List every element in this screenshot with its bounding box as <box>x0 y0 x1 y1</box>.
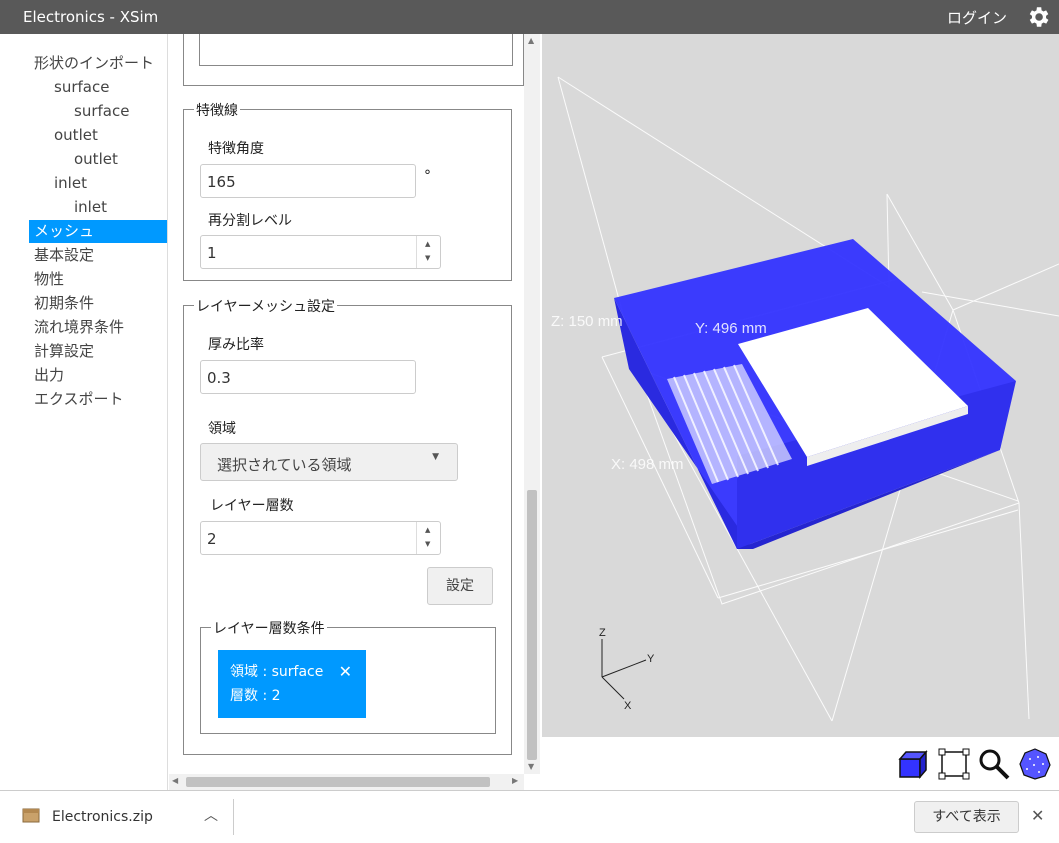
nav-item-inlet-child[interactable]: inlet <box>29 196 167 219</box>
refine-level-label: 再分割レベル <box>208 213 292 229</box>
dimension-z-label: Z: 150 mm <box>551 313 623 330</box>
sidebar-nav: 形状のインポート surface surface outlet outlet i… <box>0 34 168 790</box>
thickness-ratio-label: 厚み比率 <box>208 337 264 353</box>
divider <box>233 799 234 835</box>
dimension-y-label: Y: 496 mm <box>695 320 767 337</box>
zoom-icon[interactable] <box>977 747 1011 781</box>
nav-item-export[interactable]: エクスポート <box>29 388 167 411</box>
cube-view-icon[interactable] <box>896 747 930 781</box>
close-icon[interactable]: ✕ <box>339 660 352 684</box>
set-button[interactable]: 設定 <box>427 567 493 605</box>
show-all-button[interactable]: すべて表示 <box>914 801 1019 833</box>
dimension-x-label: X: 498 mm <box>611 456 684 473</box>
condition-chip[interactable]: 領域 : surface 層数 : 2 ✕ <box>218 650 366 718</box>
nav-item-boundary-conditions[interactable]: 流れ境界条件 <box>29 316 167 339</box>
3d-viewport[interactable]: Z: 150 mm Y: 496 mm X: 498 mm Z Y X <box>542 34 1059 737</box>
refine-level-spin[interactable]: ▲ ▼ <box>416 236 440 268</box>
chevron-down-icon: ▼ <box>432 452 439 462</box>
nav-item-inlet[interactable]: inlet <box>29 172 167 195</box>
region-select-value: 選択されている領域 <box>217 456 352 474</box>
viewport-toolbar <box>542 737 1059 790</box>
nav-item-import[interactable]: 形状のインポート <box>29 52 167 75</box>
axis-z-label: Z <box>599 627 606 639</box>
feature-lines-legend: 特徴線 <box>194 100 240 120</box>
nav-item-basic-settings[interactable]: 基本設定 <box>29 244 167 267</box>
nav-item-surface[interactable]: surface <box>29 76 167 99</box>
settings-panel: 特徴線 特徴角度 165 ° 再分割レベル 1 ▲ ▼ レイヤーメッシュ設定 厚み… <box>169 34 524 774</box>
previous-inner-box <box>199 34 513 66</box>
region-select[interactable]: 選択されている領域 ▼ <box>200 443 458 481</box>
archive-icon <box>22 808 40 823</box>
close-download-bar-icon[interactable]: ✕ <box>1031 806 1044 825</box>
axis-y-label: Y <box>647 653 655 665</box>
degree-unit: ° <box>424 168 431 184</box>
axis-x-label: X <box>624 700 632 712</box>
nav-item-initial-conditions[interactable]: 初期条件 <box>29 292 167 315</box>
sphere-view-icon[interactable] <box>1018 747 1052 781</box>
layer-count-label: レイヤー層数 <box>210 498 294 514</box>
layer-count-value: 2 <box>207 530 217 548</box>
nav-item-calc-settings[interactable]: 計算設定 <box>29 340 167 363</box>
layer-conditions-fieldset: レイヤー層数条件 領域 : surface 層数 : 2 ✕ <box>200 618 496 734</box>
nav-item-outlet[interactable]: outlet <box>29 124 167 147</box>
region-label: 領域 <box>208 421 236 437</box>
layer-count-stepper[interactable]: 2 ▲ ▼ <box>200 521 441 555</box>
feature-angle-input[interactable]: 165 <box>200 164 416 198</box>
chip-region-text: 領域 : surface <box>230 664 324 680</box>
nav-item-outlet-child[interactable]: outlet <box>29 148 167 171</box>
nav-item-mesh[interactable]: メッシュ <box>29 220 167 243</box>
nav-item-surface-child[interactable]: surface <box>29 100 167 123</box>
download-bar: Electronics.zip ︿ すべて表示 ✕ <box>0 790 1059 843</box>
horizontal-scroll-thumb[interactable] <box>186 777 490 787</box>
download-filename[interactable]: Electronics.zip <box>52 809 153 825</box>
layer-mesh-fieldset: レイヤーメッシュ設定 厚み比率 0.3 領域 選択されている領域 ▼ レイヤー層… <box>183 296 512 755</box>
login-link[interactable]: ログイン <box>947 7 1007 28</box>
thickness-ratio-input[interactable]: 0.3 <box>200 360 416 394</box>
refine-level-stepper[interactable]: 1 ▲ ▼ <box>200 235 441 269</box>
model-view[interactable]: Z: 150 mm Y: 496 mm X: 498 mm Z Y X <box>542 34 1059 737</box>
vertical-scroll-thumb[interactable] <box>527 490 537 760</box>
refine-level-value: 1 <box>207 244 217 262</box>
panel-vertical-scrollbar[interactable]: ▲ ▼ <box>524 34 540 774</box>
nav-item-output[interactable]: 出力 <box>29 364 167 387</box>
feature-lines-fieldset: 特徴線 特徴角度 165 ° 再分割レベル 1 ▲ ▼ <box>183 100 512 281</box>
feature-angle-label: 特徴角度 <box>208 141 264 157</box>
title-bar: Electronics - XSim ログイン <box>0 0 1059 34</box>
chevron-up-icon[interactable]: ︿ <box>204 805 218 825</box>
model-body <box>614 239 1016 549</box>
chip-layers-text: 層数 : 2 <box>230 688 281 704</box>
layer-count-spin[interactable]: ▲ ▼ <box>416 522 440 554</box>
layer-conditions-legend: レイヤー層数条件 <box>211 618 327 638</box>
window-title: Electronics - XSim <box>23 8 159 26</box>
axes-gizmo <box>601 639 647 700</box>
nav-item-properties[interactable]: 物性 <box>29 268 167 291</box>
gear-icon[interactable] <box>1025 4 1051 30</box>
fit-frame-icon[interactable] <box>937 747 971 781</box>
panel-horizontal-scrollbar[interactable]: ◀ ▶ <box>169 774 524 790</box>
layer-mesh-legend: レイヤーメッシュ設定 <box>194 296 338 316</box>
